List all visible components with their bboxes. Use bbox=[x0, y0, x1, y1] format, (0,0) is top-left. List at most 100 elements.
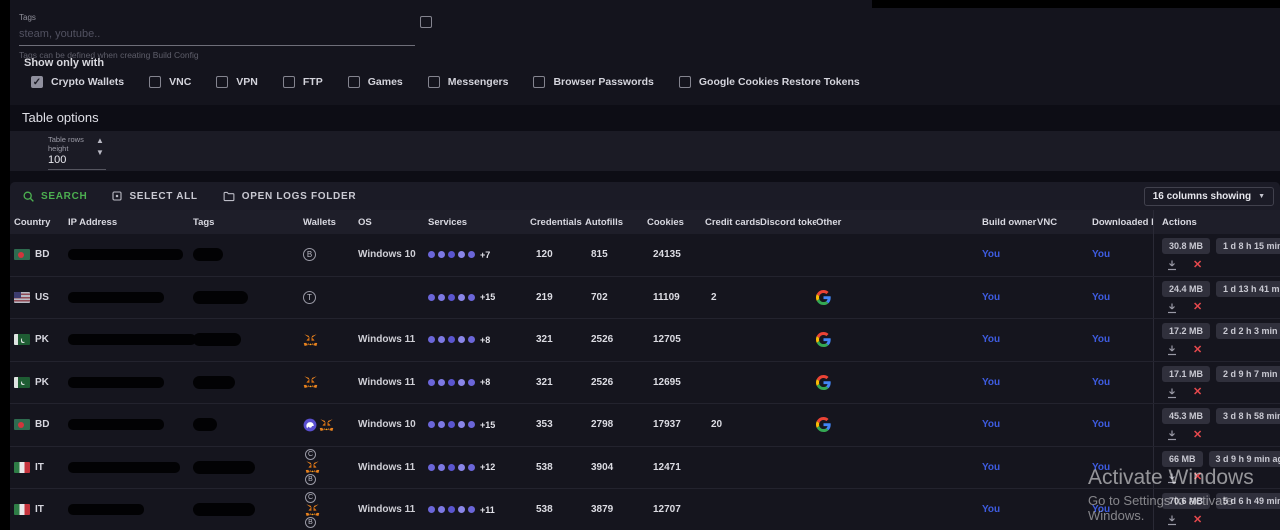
checkbox-unchecked-icon[interactable] bbox=[533, 76, 545, 88]
cell-autofills: 3879 bbox=[585, 504, 647, 515]
column-header-credentials[interactable]: Credentials bbox=[530, 217, 585, 228]
column-header-services[interactable]: Services bbox=[428, 217, 530, 228]
cell-tags bbox=[193, 503, 303, 516]
download-icon[interactable] bbox=[1166, 472, 1178, 484]
filter-checkbox-label: VPN bbox=[236, 76, 258, 88]
delete-icon[interactable]: ✕ bbox=[1193, 472, 1202, 483]
cell-downloaded-by: You bbox=[1092, 292, 1153, 303]
filter-checkbox-games[interactable]: Games bbox=[348, 76, 403, 88]
delete-icon[interactable]: ✕ bbox=[1193, 302, 1202, 313]
column-header-tags[interactable]: Tags bbox=[193, 217, 303, 228]
build-owner-link[interactable]: You bbox=[982, 292, 1000, 303]
tags-input[interactable] bbox=[19, 26, 415, 46]
build-owner-link[interactable]: You bbox=[982, 377, 1000, 388]
checkbox-unchecked-icon[interactable] bbox=[283, 76, 295, 88]
column-header-credit-cards[interactable]: Credit cards bbox=[705, 217, 760, 228]
cell-downloaded-by: You bbox=[1092, 504, 1153, 515]
filter-checkbox-label: Google Cookies Restore Tokens bbox=[699, 76, 860, 88]
build-owner-link[interactable]: You bbox=[982, 334, 1000, 345]
redacted-ip-bar bbox=[68, 249, 183, 260]
downloaded-by-link[interactable]: You bbox=[1092, 249, 1110, 260]
build-owner-link[interactable]: You bbox=[982, 419, 1000, 430]
table-row[interactable]: BDBWindows 10+712081524135YouYou30.8 MB1… bbox=[10, 234, 1280, 277]
chevron-down-icon[interactable]: ▼ bbox=[94, 148, 106, 157]
table-row[interactable]: ITCBWindows 11+11538387912707YouYou70.6 … bbox=[10, 489, 1280, 530]
delete-icon[interactable]: ✕ bbox=[1193, 345, 1202, 356]
table-row[interactable]: PKWindows 11+8321252612695YouYou17.1 MB2… bbox=[10, 362, 1280, 405]
rows-height-spinner[interactable]: Table rows height 100 ▲ ▼ bbox=[48, 135, 106, 170]
service-icon bbox=[448, 421, 455, 428]
download-icon[interactable] bbox=[1166, 302, 1178, 314]
os-label: Windows 11 bbox=[358, 462, 415, 473]
build-owner-link[interactable]: You bbox=[982, 249, 1000, 260]
column-header-cookies[interactable]: Cookies bbox=[647, 217, 705, 228]
checkbox-checked-icon[interactable]: ✓ bbox=[31, 76, 43, 88]
filter-checkbox-browser-passwords[interactable]: Browser Passwords bbox=[533, 76, 653, 88]
cell-ip-address bbox=[68, 462, 193, 473]
column-header-actions[interactable]: Actions bbox=[1153, 210, 1280, 234]
filter-checkbox-messengers[interactable]: Messengers bbox=[428, 76, 509, 88]
cell-services: +7 bbox=[428, 250, 530, 260]
filter-checkbox-google-cookies-restore-tokens[interactable]: Google Cookies Restore Tokens bbox=[679, 76, 860, 88]
column-header-wallets[interactable]: Wallets bbox=[303, 217, 358, 228]
table-row[interactable]: UST+15219702111092YouYou24.4 MB1 d 13 h … bbox=[10, 277, 1280, 320]
checkbox-unchecked-icon[interactable] bbox=[428, 76, 440, 88]
checkbox-unchecked-icon[interactable] bbox=[216, 76, 228, 88]
column-header-autofills[interactable]: Autofills bbox=[585, 217, 647, 228]
download-icon[interactable] bbox=[1166, 344, 1178, 356]
table-row[interactable]: PKWindows 11+8321252612705YouYou17.2 MB2… bbox=[10, 319, 1280, 362]
table-row[interactable]: BDWindows 10+1535327981793720YouYou45.3 … bbox=[10, 404, 1280, 447]
download-icon[interactable] bbox=[1166, 514, 1178, 526]
cell-wallets: CB bbox=[303, 492, 358, 528]
downloaded-by-link[interactable]: You bbox=[1092, 334, 1110, 345]
action-icons: ✕ bbox=[1162, 472, 1280, 484]
delete-icon[interactable]: ✕ bbox=[1193, 260, 1202, 271]
service-icon bbox=[448, 464, 455, 471]
column-header-discord-tokens[interactable]: Discord tokens bbox=[760, 217, 816, 228]
downloaded-by-link[interactable]: You bbox=[1092, 377, 1110, 388]
build-owner-link[interactable]: You bbox=[982, 462, 1000, 473]
filter-checkbox-vpn[interactable]: VPN bbox=[216, 76, 258, 88]
downloaded-by-link[interactable]: You bbox=[1092, 292, 1110, 303]
column-header-ip-address[interactable]: IP Address bbox=[68, 217, 193, 228]
downloaded-by-link[interactable]: You bbox=[1092, 504, 1110, 515]
downloaded-by-link[interactable]: You bbox=[1092, 462, 1110, 473]
checkbox-unchecked-icon[interactable] bbox=[149, 76, 161, 88]
filter-checkbox-ftp[interactable]: FTP bbox=[283, 76, 323, 88]
download-icon[interactable] bbox=[1166, 387, 1178, 399]
column-header-country[interactable]: Country bbox=[14, 217, 68, 228]
search-button[interactable]: SEARCH bbox=[22, 190, 87, 203]
service-icon bbox=[428, 336, 435, 343]
delete-icon[interactable]: ✕ bbox=[1193, 515, 1202, 526]
column-header-build-owner[interactable]: Build owner bbox=[982, 217, 1037, 228]
chevron-up-icon[interactable]: ▲ bbox=[94, 136, 106, 145]
download-icon[interactable] bbox=[1166, 259, 1178, 271]
delete-icon[interactable]: ✕ bbox=[1193, 387, 1202, 398]
column-header-os[interactable]: OS bbox=[358, 217, 428, 228]
cell-credentials: 321 bbox=[530, 334, 585, 345]
select-all-button[interactable]: SELECT ALL bbox=[111, 190, 197, 202]
column-header-downloaded-by[interactable]: Downloaded by bbox=[1092, 217, 1153, 228]
download-icon[interactable] bbox=[1166, 429, 1178, 441]
cell-cookies: 12707 bbox=[647, 504, 705, 515]
cell-services: +15 bbox=[428, 420, 530, 430]
service-icon bbox=[468, 464, 475, 471]
checkbox-unchecked-icon[interactable] bbox=[348, 76, 360, 88]
service-icon bbox=[428, 294, 435, 301]
checkbox-unchecked-icon[interactable] bbox=[679, 76, 691, 88]
columns-showing-dropdown[interactable]: 16 columns showing ▼ bbox=[1144, 187, 1274, 206]
table-row[interactable]: ITCBWindows 11+12538390412471YouYou66 MB… bbox=[10, 447, 1280, 490]
country-flag-bd bbox=[14, 419, 30, 430]
delete-icon[interactable]: ✕ bbox=[1193, 430, 1202, 441]
redacted-tag-chip bbox=[193, 376, 235, 389]
column-header-vnc[interactable]: VNC bbox=[1037, 217, 1092, 228]
app-root: Tags Tags can be defined when creating B… bbox=[0, 0, 1280, 530]
filter-checkbox-crypto-wallets[interactable]: ✓Crypto Wallets bbox=[31, 76, 124, 88]
filter-checkbox-vnc[interactable]: VNC bbox=[149, 76, 191, 88]
standalone-checkbox[interactable] bbox=[420, 16, 432, 28]
cell-cookies: 11109 bbox=[647, 292, 705, 303]
column-header-other[interactable]: Other bbox=[816, 217, 982, 228]
build-owner-link[interactable]: You bbox=[982, 504, 1000, 515]
downloaded-by-link[interactable]: You bbox=[1092, 419, 1110, 430]
open-logs-folder-button[interactable]: OPEN LOGS FOLDER bbox=[222, 190, 357, 203]
